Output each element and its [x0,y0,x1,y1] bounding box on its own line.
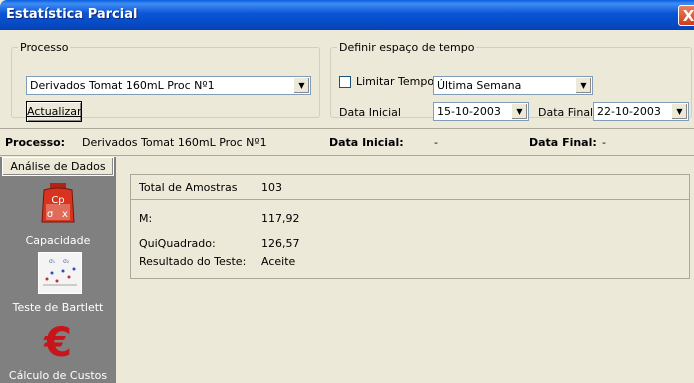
start-date-label: Data Inicial [339,106,401,119]
process-select[interactable]: Derivados Tomat 160mL Proc Nº1 ▼ [26,76,311,95]
info-process-label: Processo: [5,136,66,149]
limit-time-checkbox[interactable] [339,76,351,88]
limit-time-label: Limitar Tempo [356,75,435,88]
sidebar-item-costs[interactable]: € Cálculo de Custos [0,319,116,383]
svg-text:σ₂: σ₂ [63,258,70,265]
info-bar: Processo: Derivados Tomat 160mL Proc Nº1… [0,128,694,156]
samples-label: Total de Amostras [139,181,238,194]
results-area: Total de Amostras 103 M: 117,92 QuiQuadr… [118,157,694,383]
sidebar-header[interactable]: Análise de Dados [2,157,114,176]
capacity-icon: Cp σ x [41,183,75,223]
time-range-group: Definir espaço de tempo Limitar Tempo Úl… [330,41,692,121]
svg-text:Cp: Cp [51,195,64,206]
m-value: 117,92 [261,212,300,225]
euro-icon: € [44,320,72,366]
close-button[interactable]: X [678,5,694,26]
bartlett-chart-graphic: σ₁ σ₂ [43,258,77,286]
info-start-value: - [434,136,438,149]
process-group: Processo Derivados Tomat 160mL Proc Nº1 … [11,41,320,122]
chi-square-label: QuiQuadrado: [139,237,216,250]
svg-text:σ: σ [47,209,54,220]
chi-square-value: 126,57 [261,237,300,250]
svg-text:x: x [62,209,68,220]
test-result-label: Resultado do Teste: [139,255,247,268]
end-date-value: 22-10-2003 [597,105,661,118]
start-date-picker[interactable]: 15-10-2003 ▼ [433,102,529,121]
chevron-down-icon: ▼ [293,78,309,93]
close-icon: X [682,7,694,25]
window-title: Estatística Parcial [6,7,138,22]
title-bar[interactable]: Estatística Parcial X [0,0,694,30]
svg-text:σ₁: σ₁ [49,258,56,265]
chevron-down-icon: ▼ [671,104,687,119]
end-date-picker[interactable]: 22-10-2003 ▼ [593,102,689,121]
sidebar-item-capacity-label: Capacidade [25,234,91,247]
update-button-label: Actualizar [27,105,82,118]
statistics-window: Estatística Parcial X Processo Derivados… [0,0,694,383]
results-panel: Total de Amostras 103 M: 117,92 QuiQuadr… [130,174,690,279]
period-select-value: Última Semana [437,79,522,92]
info-end-value: - [602,136,606,149]
info-process-value: Derivados Tomat 160mL Proc Nº1 [82,136,267,149]
start-date-value: 15-10-2003 [437,105,501,118]
period-select[interactable]: Última Semana ▼ [433,76,593,95]
update-button[interactable]: Actualizar [26,101,82,122]
samples-value: 103 [261,181,282,194]
info-start-label: Data Inicial: [329,136,404,149]
info-end-label: Data Final: [529,136,597,149]
process-select-value: Derivados Tomat 160mL Proc Nº1 [30,79,215,92]
time-range-legend: Definir espaço de tempo [339,41,475,54]
m-label: M: [139,212,153,225]
test-result-value: Aceite [261,255,296,268]
sidebar-item-bartlett[interactable]: σ₁ σ₂ Teste de Bartlett [0,249,116,319]
chevron-down-icon: ▼ [511,104,527,119]
bartlett-chart-icon: σ₁ σ₂ [38,252,82,294]
analysis-sidebar: Análise de Dados Cp σ x Capacidade σ₁ σ₂ [0,157,116,383]
process-group-legend: Processo [20,41,69,54]
samples-row: Total de Amostras 103 [131,175,689,200]
sidebar-item-costs-label: Cálculo de Custos [8,369,108,382]
sidebar-item-bartlett-label: Teste de Bartlett [12,301,104,314]
end-date-label: Data Final [538,106,594,119]
sidebar-item-capacity[interactable]: Cp σ x Capacidade [0,179,116,249]
chevron-down-icon: ▼ [575,78,591,93]
